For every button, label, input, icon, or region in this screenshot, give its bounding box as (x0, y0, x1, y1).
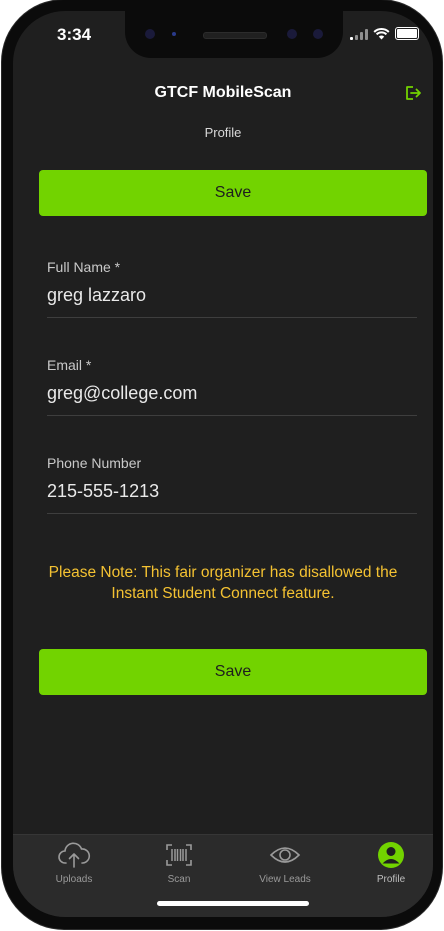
logout-icon[interactable] (403, 83, 423, 103)
page-subtitle: Profile (204, 125, 242, 140)
tab-view-leads[interactable]: View Leads (232, 841, 338, 885)
user-circle-icon (378, 842, 404, 868)
tab-profile[interactable]: Profile (338, 841, 433, 885)
tab-scan-label: Scan (167, 874, 191, 885)
save-button-bottom[interactable]: Save (39, 649, 427, 695)
full-name-label: Full Name * (47, 259, 121, 275)
tab-profile-label: Profile (376, 874, 406, 885)
sensor-icon (172, 32, 176, 36)
full-name-field: Full Name * (47, 259, 417, 318)
email-label: Email * (47, 357, 92, 373)
signal-icon (350, 28, 368, 40)
phone-input[interactable] (47, 481, 417, 514)
wifi-icon (373, 27, 390, 39)
camera-lens-icon (313, 29, 323, 39)
phone-field: Phone Number (47, 455, 417, 514)
battery-icon (395, 27, 419, 40)
phone-label: Phone Number (47, 455, 142, 471)
save-button-top[interactable]: Save (39, 170, 427, 216)
cloud-upload-icon (58, 842, 91, 868)
email-input[interactable] (47, 383, 417, 416)
full-name-input[interactable] (47, 285, 417, 318)
tab-scan[interactable]: Scan (126, 841, 232, 885)
camera-notch (125, 11, 343, 58)
barcode-icon (166, 844, 192, 866)
phone-frame: 3:34 GTCF MobileScan Profile Save Full N… (2, 0, 442, 929)
status-icons (350, 27, 419, 40)
feature-disabled-note: Please Note: This fair organizer has dis… (48, 564, 398, 602)
tab-uploads[interactable]: Uploads (21, 841, 127, 885)
sensor-icon (287, 29, 297, 39)
email-field: Email * (47, 357, 417, 416)
speaker-grille (203, 32, 267, 39)
status-time: 3:34 (57, 25, 92, 44)
camera-lens-icon (145, 29, 155, 39)
app-title: GTCF MobileScan (154, 84, 292, 101)
app-screen: 3:34 GTCF MobileScan Profile Save Full N… (13, 11, 433, 917)
tab-view-leads-label: View Leads (259, 874, 311, 885)
home-indicator[interactable] (157, 901, 309, 906)
eye-icon (269, 847, 301, 863)
tab-uploads-label: Uploads (55, 874, 93, 885)
